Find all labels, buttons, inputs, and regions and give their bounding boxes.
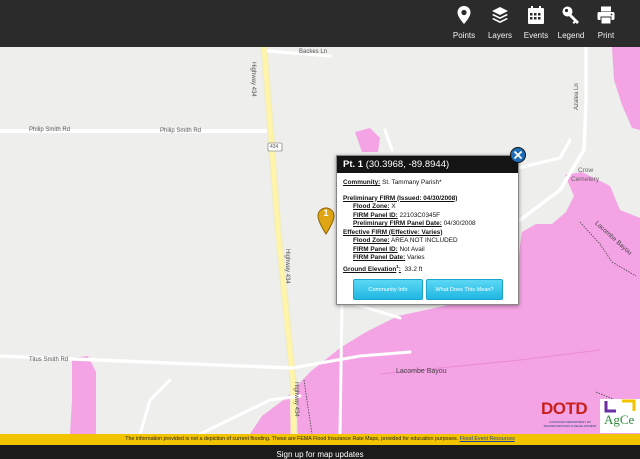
top-toolbar: Points Layers Events Legend Print <box>0 0 640 47</box>
effective-zone-value: AREA NOT INCLUDED <box>391 237 458 244</box>
signup-footer[interactable]: Sign up for map updates <box>0 445 640 459</box>
marker-number: 1 <box>323 208 329 218</box>
road-label-philip-smith-2: Philip Smith Rd <box>160 128 202 134</box>
map-pin-icon <box>457 6 471 24</box>
popup-close-button[interactable] <box>510 147 526 163</box>
effective-date-value: Varies <box>406 254 425 261</box>
popup-coords: (30.3968, -89.8944) <box>365 159 450 170</box>
road-label-highway-bottom: Highway 434 <box>293 382 299 417</box>
prelim-date-label: Preliminary FIRM Panel Date: <box>353 220 442 227</box>
effective-panel-value: Not Avail <box>399 245 425 253</box>
map-base <box>0 47 640 434</box>
print-label: Print <box>597 31 615 40</box>
agcenter-logo-text: AgCe <box>604 412 635 427</box>
print-button[interactable]: Print <box>584 5 628 40</box>
label-lacombe-bayou: Lacombe Bayou <box>396 368 447 375</box>
calendar-icon <box>528 6 544 24</box>
prelim-panel-value: 22103C0345F <box>399 211 441 219</box>
map-canvas[interactable]: Backes Ln Philip Smith Rd Philip Smith R… <box>0 47 640 434</box>
what-does-this-mean-button[interactable]: What Does This Mean? <box>426 279 503 300</box>
effective-zone-label: Flood Zone: <box>353 237 390 244</box>
prelim-date-value: 04/30/2008 <box>443 220 476 227</box>
prelim-zone-value: X <box>391 203 396 210</box>
printer-icon <box>597 6 615 25</box>
point-marker[interactable]: 1 <box>317 207 335 235</box>
community-value: St. Tammany Parish* <box>382 179 442 186</box>
effective-firm-heading: Effective FIRM (Effective: Varies) <box>343 228 443 236</box>
label-crow: Crow <box>578 167 594 174</box>
prelim-zone-label: Flood Zone: <box>353 203 390 210</box>
popup-body: Community: St. Tammany Parish* Prelimina… <box>337 173 518 274</box>
elevation-value: 33.2 ft <box>404 265 423 273</box>
road-label-highway-mid: Highway 434 <box>284 249 290 284</box>
layers-icon <box>492 7 508 23</box>
road-label-philip-smith: Philip Smith Rd <box>29 127 71 133</box>
signup-text: Sign up for map updates <box>276 450 364 459</box>
effective-date-label: FIRM Panel Date: <box>353 254 406 261</box>
highway-shield-number: 434 <box>270 144 279 150</box>
popup-header: Pt. 1 (30.3968, -89.8944) <box>337 156 518 173</box>
popup-title: Pt. 1 <box>343 159 364 170</box>
disclaimer-text: The information provided is not a depict… <box>125 436 459 442</box>
label-cemetery: Cemetery <box>571 176 600 183</box>
road-label-titus-smith: Titus Smith Rd <box>29 357 69 363</box>
prelim-panel-label: FIRM Panel ID: <box>353 211 398 219</box>
close-icon <box>513 150 523 160</box>
road-label-highway-top: Highway 434 <box>250 62 256 97</box>
agcenter-logo: AgCe <box>600 399 640 433</box>
dotd-logo: DOTD LOUISIANA DEPARTMENT OF TRANSPORTAT… <box>539 399 597 433</box>
elevation-label: Ground Elevation <box>343 265 397 273</box>
flood-disclaimer-bar: The information provided is not a depict… <box>0 434 640 445</box>
dotd-logo-subtext: LOUISIANA DEPARTMENT OF TRANSPORTATION &… <box>543 420 597 428</box>
community-info-button[interactable]: Community Info <box>353 279 423 300</box>
elevation-colon: : <box>398 265 401 273</box>
effective-panel-label: FIRM Panel ID: <box>353 245 398 253</box>
agcenter-mark-icon <box>604 399 636 413</box>
flood-event-resources-link[interactable]: Flood Event Resources <box>460 436 515 442</box>
community-label: Community: <box>343 179 381 186</box>
road-label-azalea: Azalea Ln <box>574 83 580 110</box>
prelim-firm-heading: Preliminary FIRM (Issued: 04/30/2008) <box>343 194 458 202</box>
dotd-logo-text: DOTD <box>541 399 588 418</box>
road-label-backes: Backes Ln <box>299 49 328 55</box>
key-icon <box>562 6 579 24</box>
